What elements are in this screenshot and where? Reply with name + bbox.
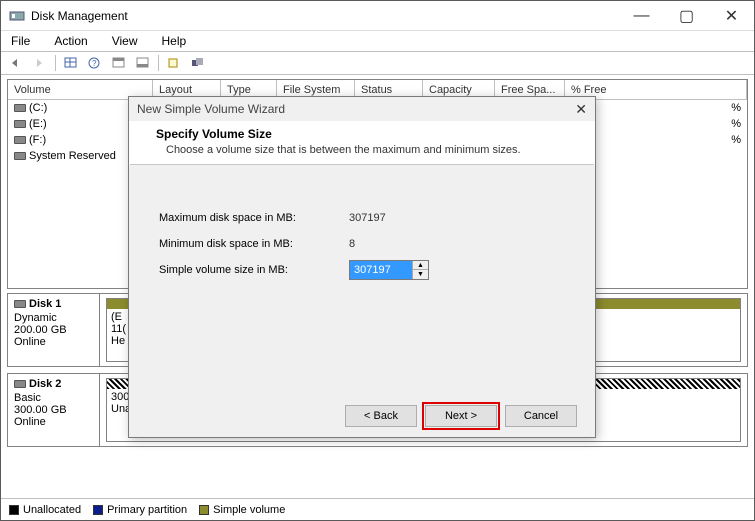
volume-name: (C:): [29, 102, 47, 114]
properties-icon[interactable]: [163, 53, 185, 73]
menu-view[interactable]: View: [106, 32, 144, 50]
volume-name: (F:): [29, 134, 46, 146]
swatch-primary: [93, 505, 103, 515]
back-button[interactable]: < Back: [345, 405, 417, 427]
volume-icon: [14, 104, 26, 112]
maximize-button[interactable]: ▢: [664, 1, 709, 30]
back-icon[interactable]: [5, 53, 27, 73]
min-space-label: Minimum disk space in MB:: [159, 238, 349, 250]
swatch-unallocated: [9, 505, 19, 515]
help-icon[interactable]: ?: [84, 53, 106, 73]
titlebar[interactable]: Disk Management — ▢ ✕: [1, 1, 754, 31]
dialog-title[interactable]: New Simple Volume Wizard: [129, 97, 595, 121]
menubar: File Action View Help: [1, 31, 754, 51]
panel-top-icon[interactable]: [108, 53, 130, 73]
close-button[interactable]: ✕: [709, 1, 754, 30]
disk-size: 300.00 GB: [14, 404, 93, 416]
spinner-down-icon[interactable]: ▼: [413, 270, 428, 279]
forward-icon[interactable]: [29, 53, 51, 73]
panel-bottom-icon[interactable]: [132, 53, 154, 73]
toolbar: ?: [1, 51, 754, 75]
legend: Unallocated Primary partition Simple vol…: [1, 498, 754, 520]
new-simple-volume-wizard: New Simple Volume Wizard ✕ Specify Volum…: [128, 96, 596, 438]
disk-icon: [14, 380, 26, 388]
max-space-label: Maximum disk space in MB:: [159, 212, 349, 224]
volume-size-label: Simple volume size in MB:: [159, 264, 349, 276]
settings-icon[interactable]: [187, 53, 209, 73]
max-space-value: 307197: [349, 212, 386, 224]
disk-type: Basic: [14, 392, 93, 404]
cancel-button[interactable]: Cancel: [505, 405, 577, 427]
swatch-simple: [199, 505, 209, 515]
volume-name: (E:): [29, 118, 47, 130]
menu-file[interactable]: File: [5, 32, 36, 50]
volume-size-spinner: ▲ ▼: [349, 260, 429, 280]
menu-action[interactable]: Action: [48, 32, 93, 50]
disk-status: Online: [14, 336, 93, 348]
app-icon: [9, 8, 25, 24]
disk-name: Disk 1: [29, 298, 61, 310]
window-title: Disk Management: [31, 9, 619, 23]
next-button[interactable]: Next >: [425, 405, 497, 427]
menu-help[interactable]: Help: [156, 32, 193, 50]
volume-icon: [14, 152, 26, 160]
volume-icon: [14, 120, 26, 128]
disk-type: Dynamic: [14, 312, 93, 324]
volume-name: System Reserved: [29, 150, 116, 162]
close-icon[interactable]: ✕: [575, 101, 587, 118]
min-space-value: 8: [349, 238, 355, 250]
spinner-up-icon[interactable]: ▲: [413, 261, 428, 270]
disk-status: Online: [14, 416, 93, 428]
grid-icon[interactable]: [60, 53, 82, 73]
disk-size: 200.00 GB: [14, 324, 93, 336]
disk-name: Disk 2: [29, 378, 61, 390]
disk-icon: [14, 300, 26, 308]
svg-text:?: ?: [92, 59, 97, 68]
minimize-button[interactable]: —: [619, 1, 664, 30]
volume-size-input[interactable]: [350, 261, 412, 279]
volume-icon: [14, 136, 26, 144]
wizard-subtext: Choose a volume size that is between the…: [166, 144, 568, 156]
wizard-heading: Specify Volume Size: [156, 127, 568, 141]
